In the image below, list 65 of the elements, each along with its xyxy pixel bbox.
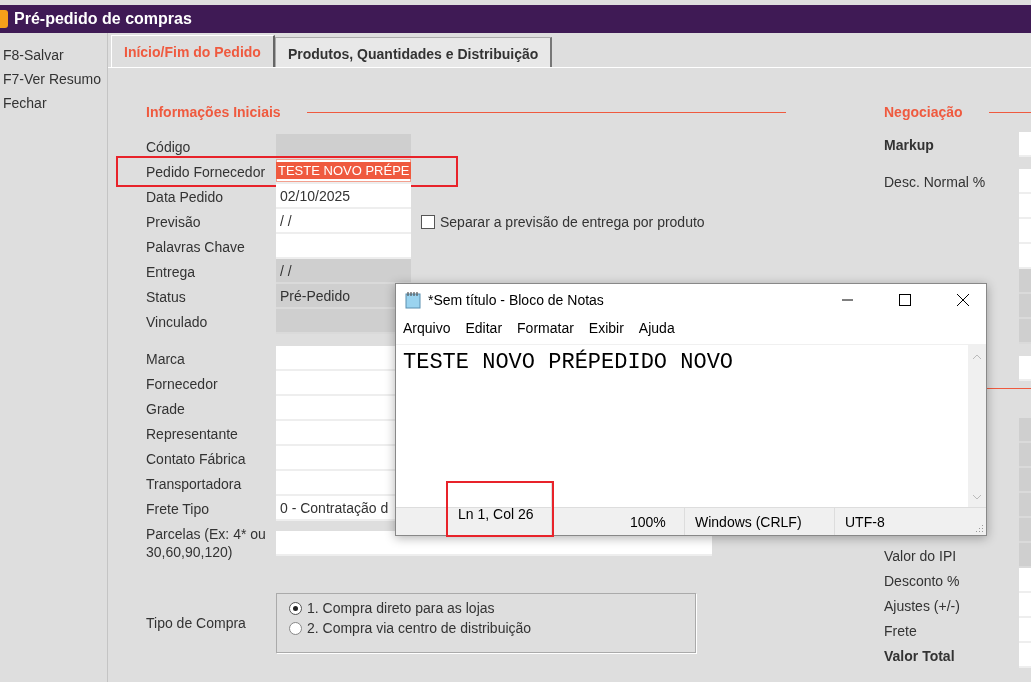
field-label: Previsão	[146, 213, 202, 230]
field-label: Data Pedido	[146, 188, 225, 205]
field-label: Entrega	[146, 263, 197, 280]
app-icon	[0, 10, 8, 28]
checkbox[interactable]: Separar a previsão de entrega por produto	[421, 213, 705, 230]
sidebar-item[interactable]: Fechar	[0, 95, 107, 111]
status-text: 100%	[620, 508, 685, 535]
field-label: Parcelas (Ex: 4* ou 30,60,90,120)	[146, 525, 267, 561]
field-label: Valor Total	[884, 647, 956, 664]
scroll-bar[interactable]	[968, 345, 986, 507]
menu-item[interactable]: Arquivo	[403, 320, 451, 340]
field-label: Ajustes (+/-)	[884, 597, 961, 614]
sidebar-item[interactable]: F8-Salvar	[0, 47, 107, 63]
input-field[interactable]	[1019, 219, 1031, 244]
input-field[interactable]	[1019, 356, 1031, 381]
input-field[interactable]	[276, 234, 411, 259]
section-title: Negociação	[884, 104, 963, 120]
input-field[interactable]	[1019, 194, 1031, 219]
status-text: Windows (CRLF)	[685, 508, 835, 535]
menu-item[interactable]: Formatar	[517, 320, 574, 340]
field-label: Grade	[146, 400, 186, 417]
resize-grip-icon[interactable]	[974, 523, 984, 533]
field-label: Tipo de Compra	[146, 615, 247, 631]
menu-item[interactable]: Exibir	[588, 320, 624, 340]
input-field[interactable]	[1019, 244, 1031, 269]
field-label: Desconto %	[884, 572, 961, 589]
field-label: Contato Fábrica	[146, 450, 247, 467]
field-label: Código	[146, 138, 192, 155]
scroll-up-icon[interactable]	[972, 353, 982, 361]
input-field[interactable]	[1019, 169, 1031, 194]
input-field[interactable]: / /	[276, 209, 411, 234]
input-field[interactable]: 02/10/2025	[276, 184, 411, 209]
field-label: Palavras Chave	[146, 238, 246, 255]
field-label: Desc. Normal %	[884, 173, 987, 190]
tab[interactable]: Produtos, Quantidades e Distribuição	[274, 37, 553, 67]
field-label: Frete	[884, 622, 918, 639]
notepad-icon	[404, 291, 422, 309]
scroll-down-icon[interactable]	[972, 493, 982, 501]
input-field[interactable]	[1019, 593, 1031, 618]
status-text: UTF-8	[844, 512, 885, 532]
radio-icon[interactable]	[289, 601, 302, 615]
menu-item[interactable]: Ajuda	[638, 320, 675, 340]
input-field[interactable]	[1019, 618, 1031, 643]
status-text: Ln 1, Col 26	[448, 483, 552, 535]
field-label: Markup	[884, 136, 935, 153]
input-field[interactable]	[1019, 132, 1031, 157]
field-label: Fornecedor	[146, 375, 219, 392]
radio-option[interactable]: 1. Compra direto para as lojas	[289, 600, 683, 616]
field-label: Pedido Fornecedor	[146, 163, 267, 180]
field-label: Status	[146, 288, 187, 305]
window-title: *Sem título - Bloco de Notas	[428, 292, 605, 308]
input-field[interactable]	[1019, 643, 1031, 668]
radio-option[interactable]: 2. Compra via centro de distribuição	[289, 620, 683, 636]
field-label: Marca	[146, 350, 186, 367]
input-field[interactable]	[1019, 568, 1031, 593]
field-label: Frete Tipo	[146, 500, 211, 517]
section-title: Informações Iniciais	[146, 104, 281, 120]
field-label: Valor do IPI	[884, 547, 958, 564]
field-label: Vinculado	[146, 313, 209, 330]
radio-icon[interactable]	[289, 621, 302, 635]
field-label: Transportadora	[146, 475, 243, 492]
sidebar-item[interactable]: F7-Ver Resumo	[0, 71, 107, 87]
window-title: Pré-pedido de compras	[14, 10, 192, 28]
field-label: Representante	[146, 425, 239, 442]
menu-item[interactable]: Editar	[465, 320, 503, 340]
